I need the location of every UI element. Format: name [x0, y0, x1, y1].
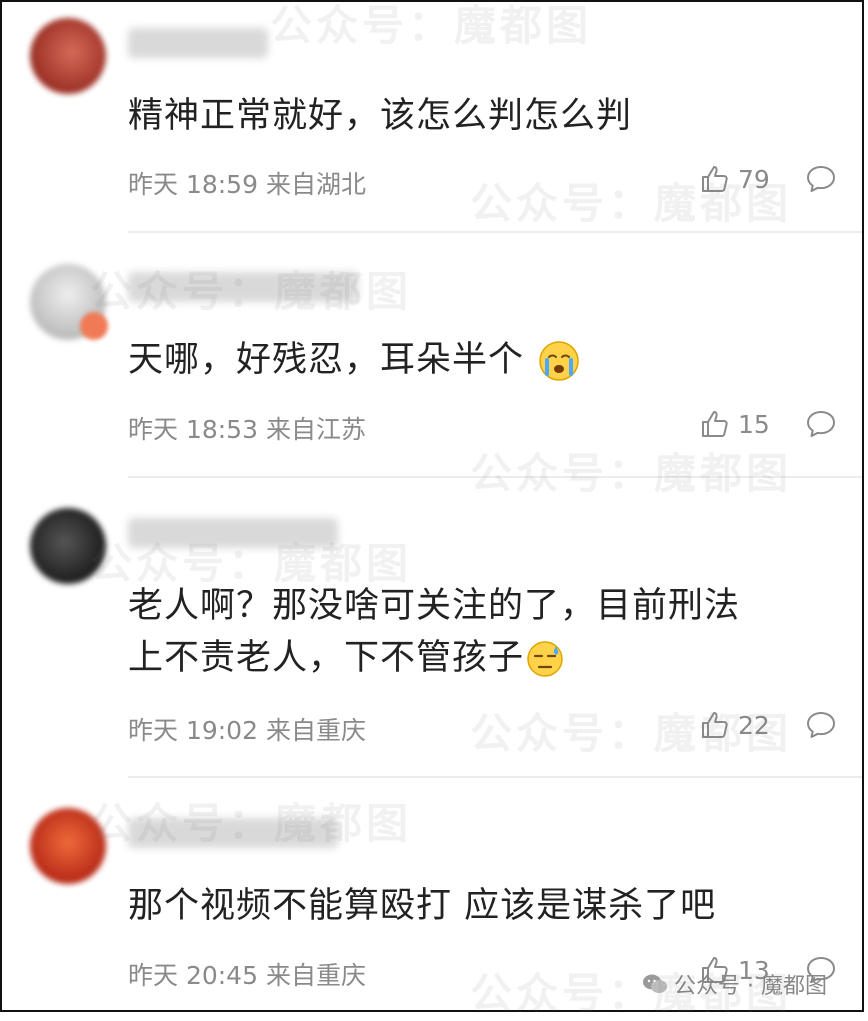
like-count: 79: [738, 164, 770, 194]
comment-text: 那个视频不能算殴打 应该是谋杀了吧: [128, 880, 716, 932]
comment-text: 天哪，好残忍，耳朵半个: [128, 334, 580, 386]
comment-location: 来自重庆: [265, 961, 366, 990]
sweat-face-icon: [527, 641, 563, 677]
comment-text-line-2: 上不责老人，下不管孩子: [128, 638, 525, 678]
account-signature: 公众号 · 魔都图: [642, 968, 827, 1000]
comment-time: 昨天 19:02: [128, 716, 258, 745]
comment-time: 昨天 18:53: [128, 415, 258, 444]
comment-text-line: 那个视频不能算殴打 应该是谋杀了吧: [128, 886, 717, 926]
like-button[interactable]: 79: [700, 164, 770, 194]
comment-meta: 昨天 20:45 来自重庆: [128, 956, 366, 992]
comment-location: 来自重庆: [265, 716, 366, 745]
like-button[interactable]: 22: [700, 710, 770, 740]
divider: [128, 776, 862, 778]
avatar[interactable]: [30, 808, 106, 884]
comment-text: 老人啊？那没啥可关注的了，目前刑法 上不责老人，下不管孩子: [128, 580, 740, 684]
reply-icon[interactable]: [806, 165, 836, 193]
wechat-icon: [643, 974, 667, 993]
comment-meta: 昨天 18:59 来自湖北: [128, 165, 366, 201]
comment-text-line: 精神正常就好，该怎么判怎么判: [128, 96, 633, 136]
username-blurred[interactable]: [128, 272, 358, 302]
like-count: 15: [738, 409, 770, 439]
thumbs-up-icon: [702, 411, 728, 437]
comment-location: 来自湖北: [265, 170, 366, 199]
signature-text: 公众号 · 魔都图: [674, 974, 827, 999]
comment-time: 昨天 20:45: [128, 961, 258, 990]
thumbs-up-icon: [702, 712, 728, 738]
like-button[interactable]: 15: [700, 409, 770, 439]
crying-face-icon: [539, 341, 579, 381]
comment-text-line: 上不责老人，下不管孩子: [128, 632, 740, 684]
comment-text: 精神正常就好，该怎么判怎么判: [128, 90, 632, 142]
comment-meta: 昨天 19:02 来自重庆: [128, 711, 366, 747]
username-blurred[interactable]: [128, 518, 338, 548]
username-blurred[interactable]: [128, 818, 338, 848]
divider: [128, 231, 862, 233]
avatar[interactable]: [30, 18, 106, 94]
comment-time: 昨天 18:59: [128, 170, 258, 199]
comment-text-line: 老人啊？那没啥可关注的了，目前刑法: [128, 586, 741, 626]
thumbs-up-icon: [702, 166, 728, 192]
divider: [128, 476, 862, 478]
reply-icon[interactable]: [806, 410, 836, 438]
comment-text-line: 天哪，好残忍，耳朵半个: [128, 340, 525, 380]
like-count: 22: [738, 710, 770, 740]
comment-list: 精神正常就好，该怎么判怎么判 昨天 18:59 来自湖北 79 天哪，好残忍，耳…: [0, 0, 864, 1012]
avatar[interactable]: [30, 508, 106, 584]
comment-location: 来自江苏: [265, 415, 366, 444]
comment-meta: 昨天 18:53 来自江苏: [128, 410, 366, 446]
avatar-badge: [80, 312, 108, 340]
username-blurred[interactable]: [128, 28, 268, 58]
reply-icon[interactable]: [806, 711, 836, 739]
